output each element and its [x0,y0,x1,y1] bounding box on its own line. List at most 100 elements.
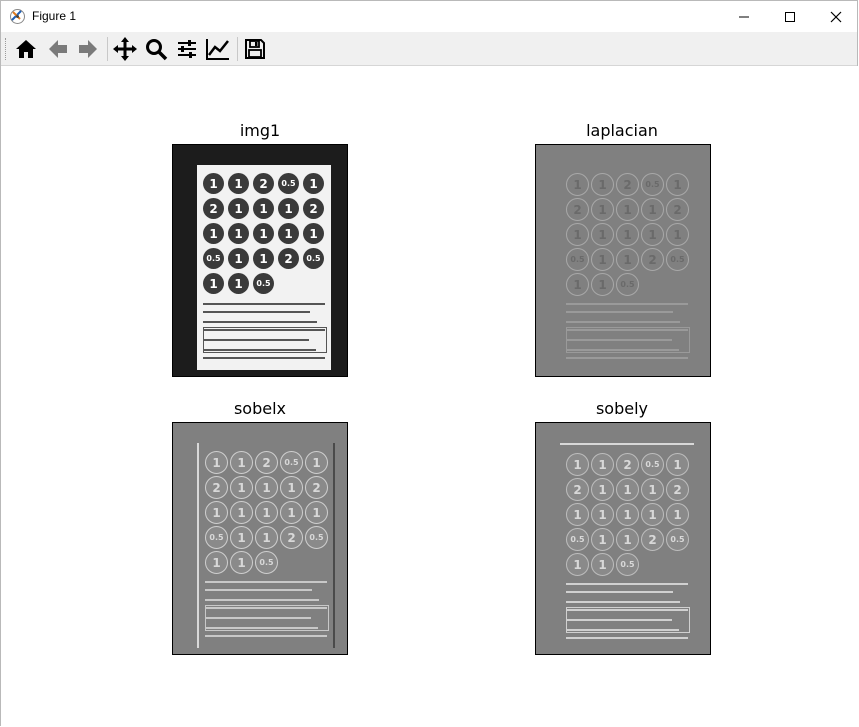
pan-button[interactable] [111,35,139,63]
number-badge: 0.5 [616,553,639,576]
number-badge: 2 [203,198,224,219]
number-badge: 1 [641,198,664,221]
title-bar[interactable]: Figure 1 [1,1,857,32]
number-badge: 2 [303,198,324,219]
number-badge: 1 [203,173,224,194]
number-badge: 1 [255,501,278,524]
text-line [203,357,325,359]
number-badge: 0.5 [253,273,274,294]
subplot-title-laplacian: laplacian [586,121,658,140]
number-badge: 1 [253,198,274,219]
forward-button[interactable] [74,35,102,63]
number-badge: 1 [666,503,689,526]
number-badge: 0.5 [203,248,224,269]
number-badge: 1 [303,223,324,244]
number-badge: 1 [641,223,664,246]
number-badge: 1 [280,476,303,499]
pan-move-icon [113,37,137,61]
zoom-magnifier-icon [146,39,168,61]
number-badge: 1 [666,453,689,476]
number-badge: 1 [255,476,278,499]
number-badge: 1 [566,273,589,296]
text-line [566,583,688,585]
sheet-area: 1 1 2 0.5 1 2 1 1 1 2 1 1 1 1 1 0.5 1 1 2 0.5 1 1 0.5 [197,443,335,648]
back-button[interactable] [44,35,72,63]
subplot-title-img1: img1 [239,121,281,140]
number-badge: 1 [303,173,324,194]
number-badge: 2 [641,248,664,271]
number-badge: 1 [591,248,614,271]
number-badge: 2 [255,451,278,474]
zoom-button[interactable] [142,35,170,63]
subplot-title-sobely: sobely [595,399,649,418]
sheet-area: 1 1 2 0.5 1 2 1 1 1 2 1 1 1 1 1 0.5 1 1 2 0.5 1 1 0.5 [560,165,694,370]
number-badge: 1 [666,173,689,196]
number-badge: 1 [305,451,328,474]
number-badge: 0.5 [205,526,228,549]
number-badge: 1 [205,551,228,574]
number-badge: 1 [228,173,249,194]
number-badge: 0.5 [280,451,303,474]
number-badge: 1 [205,501,228,524]
number-badge: 0.5 [255,551,278,574]
toolbar-separator [237,37,238,61]
number-badge: 1 [228,223,249,244]
number-badge: 1 [591,173,614,196]
number-badge: 2 [616,453,639,476]
number-badge: 1 [591,478,614,501]
configure-subplots-icon [178,40,196,58]
maximize-button[interactable] [767,1,813,32]
number-badge: 1 [566,503,589,526]
number-badge: 2 [566,198,589,221]
text-line [203,303,325,305]
number-badge: 1 [591,273,614,296]
number-badge: 2 [566,478,589,501]
number-badge: 2 [666,198,689,221]
number-badge: 2 [616,173,639,196]
number-badge: 2 [280,526,303,549]
save-button[interactable] [241,35,269,63]
number-badge: 1 [255,526,278,549]
number-badge: 1 [278,198,299,219]
number-badge: 2 [278,248,299,269]
number-badge: 1 [591,198,614,221]
number-badge: 1 [616,478,639,501]
number-badge: 1 [566,223,589,246]
number-badge: 1 [230,451,253,474]
number-badge: 0.5 [566,528,589,551]
number-badge: 1 [591,528,614,551]
number-badge: 1 [230,501,253,524]
number-badge: 1 [253,223,274,244]
minimize-icon [739,16,749,17]
minimize-button[interactable] [721,1,767,32]
sheet-area: 1 1 2 0.5 1 2 1 1 1 2 1 1 1 1 1 0.5 1 1 2 0.5 1 1 0.5 [560,443,694,650]
toolbar-grip [5,38,8,60]
text-line [203,311,310,313]
navigation-toolbar [1,32,857,66]
number-badge: 1 [591,453,614,476]
number-badge: 1 [591,503,614,526]
subplot-image-laplacian: 1 1 2 0.5 1 2 1 1 1 2 1 1 1 1 1 0.5 1 1 2 0.5 1 1 0.5 [535,144,711,377]
close-button[interactable] [813,1,859,32]
back-arrow-icon [49,40,67,58]
figure-canvas[interactable]: img1 laplacian sobelx sobely 1 1 2 0.5 1 2 1 1 1… [1,66,859,727]
info-box [203,327,327,353]
number-badge: 1 [616,248,639,271]
subplot-image-img1: 1 1 2 0.5 1 2 1 1 1 2 1 1 1 1 1 0.5 1 1 2 0.5 1 1 0.5 [172,144,348,377]
edit-axis-button[interactable] [204,35,232,63]
number-badge: 0.5 [305,526,328,549]
number-badge: 1 [616,528,639,551]
number-badge: 1 [616,198,639,221]
number-badge: 1 [205,451,228,474]
home-button[interactable] [12,35,40,63]
matplotlib-app-icon [10,9,25,24]
number-badge: 1 [566,553,589,576]
home-icon [16,40,36,58]
number-badge: 1 [230,476,253,499]
number-badge: 1 [228,198,249,219]
text-line [205,635,327,637]
number-badge: 1 [230,526,253,549]
number-badge: 2 [253,173,274,194]
configure-subplots-button[interactable] [173,35,201,63]
text-line [566,311,673,313]
